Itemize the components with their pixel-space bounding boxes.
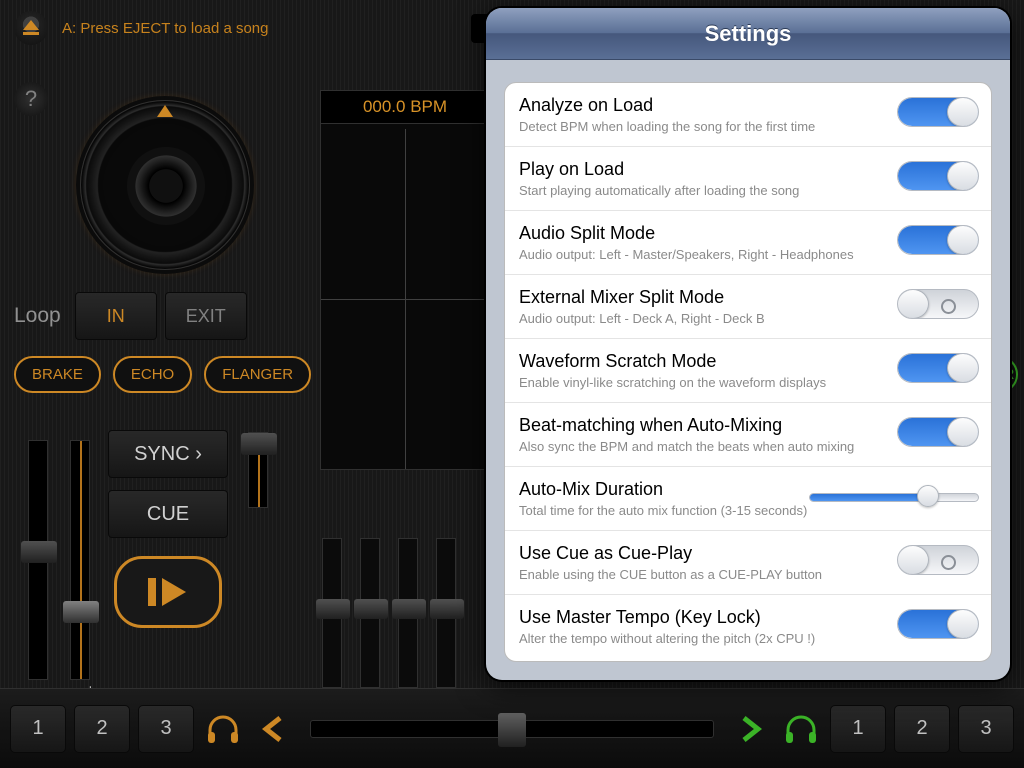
settings-row: Play on LoadStart playing automatically … (505, 147, 991, 211)
toggle-switch[interactable] (897, 417, 979, 447)
settings-row: Audio Split ModeAudio output: Left - Mas… (505, 211, 991, 275)
settings-row: Use Cue as Cue-PlayEnable using the CUE … (505, 531, 991, 595)
settings-row: Analyze on LoadDetect BPM when loading t… (505, 83, 991, 147)
settings-row: Beat-matching when Auto-MixingAlso sync … (505, 403, 991, 467)
settings-row: Waveform Scratch ModeEnable vinyl-like s… (505, 339, 991, 403)
toggle-switch[interactable] (897, 289, 979, 319)
settings-title: Settings (486, 8, 1010, 60)
toggle-switch[interactable] (897, 609, 979, 639)
toggle-switch[interactable] (897, 97, 979, 127)
settings-list[interactable]: Analyze on LoadDetect BPM when loading t… (504, 82, 992, 662)
settings-row: Use Master Tempo (Key Lock)Alter the tem… (505, 595, 991, 658)
settings-row: Auto-Mix DurationTotal time for the auto… (505, 467, 991, 531)
settings-row-subtitle: Total time for the auto mix function (3-… (519, 503, 977, 518)
toggle-switch[interactable] (897, 545, 979, 575)
settings-popover: Settings Analyze on LoadDetect BPM when … (486, 8, 1010, 680)
toggle-switch[interactable] (897, 225, 979, 255)
settings-row: External Mixer Split ModeAudio output: L… (505, 275, 991, 339)
toggle-switch[interactable] (897, 161, 979, 191)
settings-slider[interactable] (809, 485, 979, 505)
toggle-switch[interactable] (897, 353, 979, 383)
